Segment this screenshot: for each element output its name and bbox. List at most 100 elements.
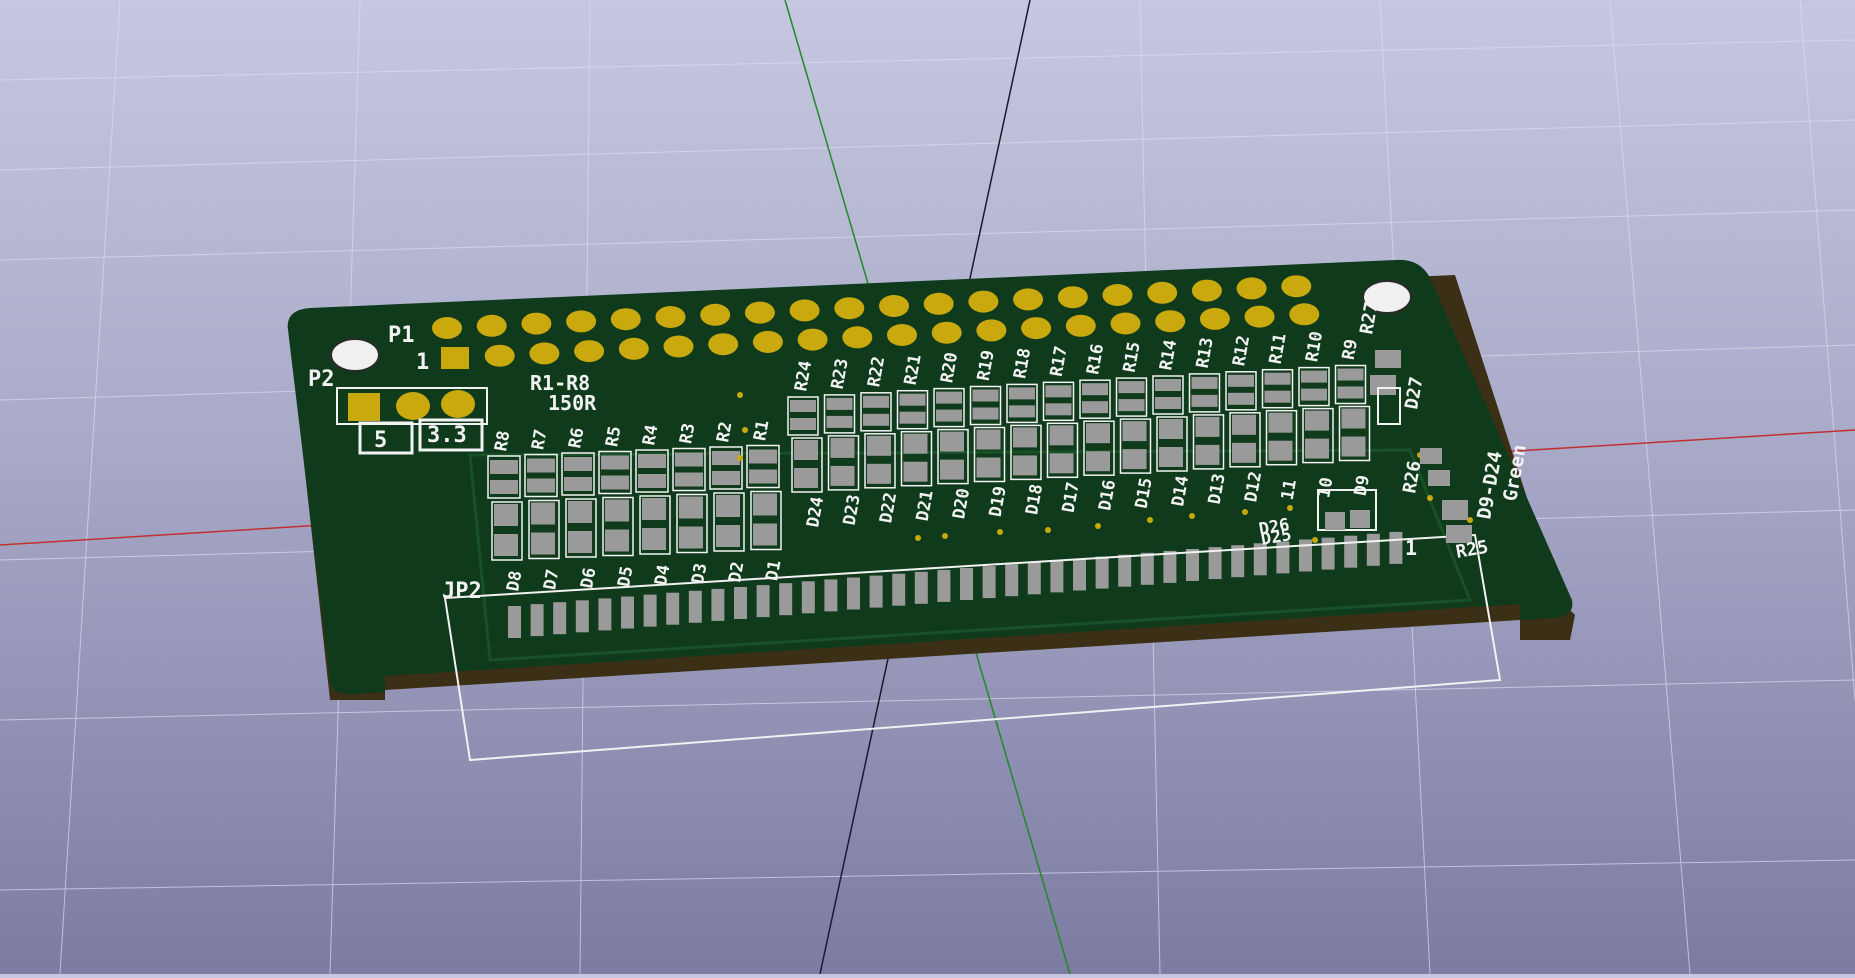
resistor-pad bbox=[1264, 372, 1291, 385]
resistor-ref-label: R4 bbox=[639, 423, 662, 447]
edge-finger-pad bbox=[1073, 558, 1086, 591]
edge-finger-pad bbox=[688, 590, 702, 623]
p1-pad bbox=[931, 321, 962, 344]
via bbox=[1427, 495, 1433, 501]
led-pad bbox=[940, 431, 964, 452]
via bbox=[742, 427, 748, 433]
resistor-pad bbox=[972, 407, 999, 420]
via bbox=[1189, 513, 1195, 519]
edge-finger-pad bbox=[553, 602, 567, 635]
p1-pad bbox=[432, 317, 462, 339]
led-pad bbox=[940, 459, 964, 480]
edge-finger-pad bbox=[508, 606, 521, 638]
p1-pad bbox=[744, 301, 775, 324]
3d-viewer-canvas[interactable]: P1 1 P2 5 3.3 R1-R8 150R JP2 1 R27 D27 R… bbox=[0, 0, 1855, 975]
edge-finger-pad bbox=[711, 588, 725, 621]
led-pad bbox=[531, 502, 555, 525]
edge-finger-pad bbox=[756, 585, 770, 618]
pcb-3d-scene: P1 1 P2 5 3.3 R1-R8 150R JP2 1 R27 D27 R… bbox=[0, 0, 1855, 975]
edge-finger-pad bbox=[1321, 537, 1335, 570]
resistor-pad bbox=[601, 455, 629, 470]
led-pad bbox=[679, 496, 703, 519]
resistor-pad bbox=[1045, 385, 1072, 398]
resistor-pad bbox=[749, 449, 777, 464]
resistor-pad bbox=[564, 457, 592, 471]
led-pad bbox=[605, 529, 629, 552]
p1-pad bbox=[797, 328, 828, 351]
p1-pad bbox=[1244, 305, 1275, 328]
led-ref-label: D7 bbox=[540, 568, 563, 592]
led-pad bbox=[867, 463, 891, 484]
led-pad bbox=[642, 498, 666, 520]
p1-pad bbox=[879, 295, 909, 317]
led-pad bbox=[1086, 451, 1110, 472]
resistor-pad bbox=[564, 477, 592, 491]
led-pad bbox=[903, 433, 928, 454]
edge-finger-pad bbox=[734, 587, 747, 619]
edge-finger-pad bbox=[1118, 554, 1132, 587]
p1-pad bbox=[834, 297, 865, 320]
led-pad bbox=[1195, 444, 1220, 465]
p1-pad bbox=[1102, 284, 1133, 306]
edge-finger-pad bbox=[937, 569, 951, 602]
resistor-pad bbox=[826, 397, 853, 410]
p1-pad bbox=[1065, 314, 1096, 337]
resistor-pad bbox=[1228, 374, 1254, 387]
via bbox=[1287, 505, 1293, 511]
resistor-pad bbox=[936, 391, 962, 404]
resistor-pad bbox=[1118, 399, 1145, 412]
resistor-pad bbox=[1301, 370, 1327, 383]
led-pad bbox=[1305, 438, 1329, 459]
led-pad bbox=[494, 504, 518, 526]
led-pad bbox=[1195, 416, 1220, 437]
edge-finger-pad bbox=[1389, 531, 1403, 564]
edge-finger-pad bbox=[914, 571, 928, 604]
led-pad bbox=[976, 429, 1001, 450]
edge-finger-pad bbox=[1050, 560, 1064, 593]
resistor-pad bbox=[527, 458, 555, 473]
led-pad bbox=[1159, 419, 1183, 439]
edge-finger-pad bbox=[1344, 535, 1358, 568]
led-pad bbox=[1049, 453, 1074, 474]
via bbox=[1095, 523, 1101, 529]
via bbox=[1147, 517, 1153, 523]
resistor-ref-label: R2 bbox=[713, 420, 736, 444]
led-pad bbox=[1086, 423, 1110, 444]
p1-pad bbox=[655, 306, 686, 328]
resistor-pad bbox=[675, 452, 703, 467]
p1-pad bbox=[968, 290, 999, 313]
resistor-pad bbox=[790, 400, 816, 412]
resistor-pad bbox=[638, 474, 666, 488]
led-ref-label: D6 bbox=[577, 566, 600, 590]
led-pad bbox=[1341, 436, 1366, 457]
p1-pad bbox=[842, 326, 873, 349]
label-150r: 150R bbox=[548, 391, 597, 415]
p2-pad-round-2 bbox=[441, 390, 475, 418]
edge-finger-pad bbox=[779, 583, 793, 616]
led-pad bbox=[1159, 447, 1183, 467]
p1-pad bbox=[1013, 288, 1044, 311]
resistor-ref-label: R5 bbox=[602, 425, 625, 449]
led-pad bbox=[1268, 412, 1293, 433]
led-pad bbox=[903, 461, 928, 482]
resistor-ref-label: R1 bbox=[750, 419, 773, 443]
resistor-pad bbox=[1191, 394, 1218, 407]
resistor-pad bbox=[1264, 390, 1291, 403]
edge-finger-pad bbox=[1027, 562, 1041, 595]
led-pad bbox=[1305, 410, 1329, 431]
edge-finger-pad bbox=[1366, 533, 1380, 566]
led-pad bbox=[1341, 408, 1366, 429]
p1-pad bbox=[1281, 275, 1312, 298]
resistor-pad bbox=[826, 415, 853, 428]
led-pad bbox=[830, 465, 855, 486]
led-pad bbox=[867, 435, 891, 456]
led-pad bbox=[830, 437, 855, 458]
p1-pad bbox=[663, 335, 694, 358]
p1-pad bbox=[441, 347, 469, 369]
edge-finger-pad bbox=[847, 577, 860, 610]
p1-pad bbox=[923, 292, 954, 315]
via bbox=[1242, 509, 1248, 515]
led-pad bbox=[794, 440, 818, 460]
via bbox=[737, 392, 743, 398]
p1-pad bbox=[1191, 279, 1222, 302]
